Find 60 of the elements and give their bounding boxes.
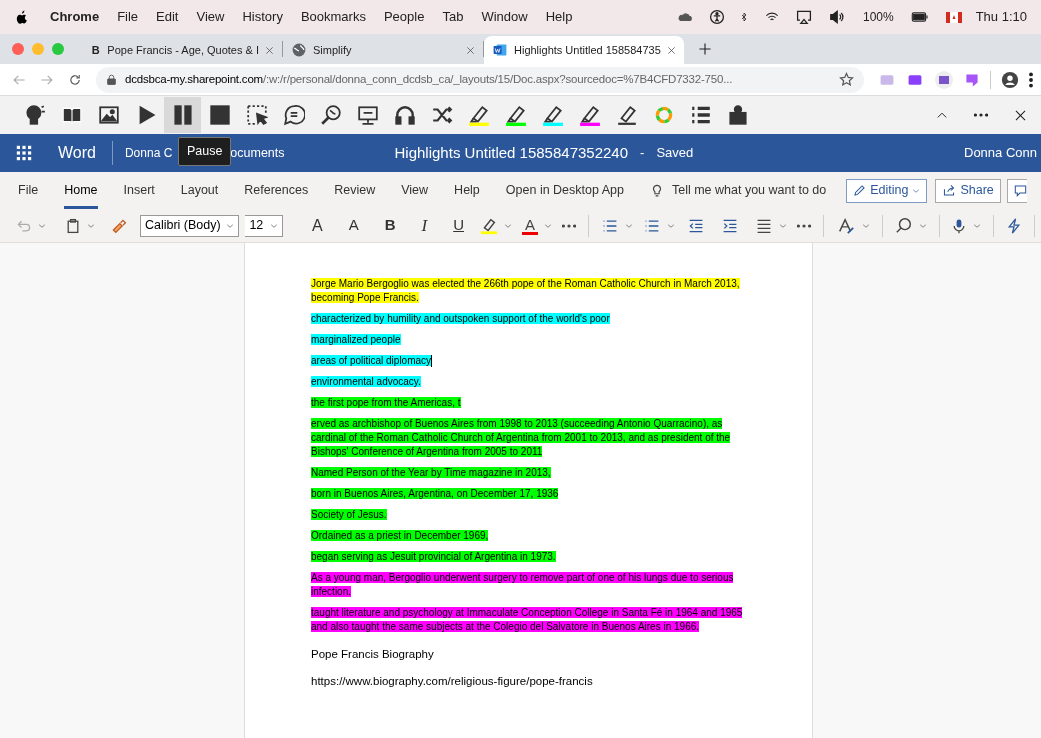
highlighted-text: Jorge Mario Bergoglio was elected the 266th pope of the Roman Catholic Church in March 2013, becoming Pope Francis. [311, 277, 741, 305]
menu-item[interactable]: File [117, 7, 139, 27]
breadcrumb[interactable]: ocuments [230, 143, 285, 163]
document-text: Pope Francis Biography [311, 647, 435, 661]
highlighted-text: Society of Jesus. [311, 508, 388, 522]
ribbon-tab[interactable]: Help [454, 172, 480, 209]
highlighted-text: marginalized people [311, 333, 402, 347]
ribbon-tab[interactable]: File [18, 172, 39, 209]
ribbon-tab[interactable]: Layout [180, 172, 219, 209]
tell-me-search[interactable]: Tell me what you want to do [671, 181, 827, 200]
grow-font-button[interactable]: A [304, 213, 331, 238]
ribbon-tab[interactable]: Review [334, 172, 376, 209]
ribbon-tab[interactable]: Insert [123, 172, 155, 209]
shrink-font-button[interactable]: A [340, 214, 367, 237]
highlighted-text: characterized by humility and outspoken support of the world's poor [311, 312, 611, 326]
underline-button[interactable]: U [445, 214, 473, 237]
save-status: Saved [656, 144, 694, 163]
font-name-field[interactable]: Calibri (Body) [139, 214, 240, 237]
highlighted-text: born in Buenos Aires, Argentina, on December 17, 1936 [311, 487, 560, 501]
menu-item[interactable]: Edit [156, 7, 179, 27]
app-name[interactable]: Word [48, 141, 113, 165]
battery-percentage: 100% [862, 9, 894, 26]
font-color-button[interactable]: A [522, 216, 539, 235]
highlighted-text: areas of political diplomacy [311, 354, 434, 368]
menu-item[interactable]: Bookmarks [300, 7, 366, 27]
menu-item[interactable]: Help [545, 7, 573, 27]
highlighted-text: erved as archbishop of Buenos Aires from 1998 to 2013 (succeeding Antonio Quarracino), as cardinal of the Roman Catholic Church of Argentina from 2001 to 2013, and as president of the Bishops' Conference of Argentina from 2005 to 2011 [311, 417, 732, 459]
document-text: https://www.biography.com/religious-figure/pope-francis [311, 674, 594, 688]
bold-button[interactable]: B [376, 214, 404, 237]
share-button[interactable]: Share [935, 178, 1001, 203]
menu-item[interactable]: History [242, 7, 283, 27]
browser-tab[interactable]: Simplify [283, 36, 483, 64]
menu-item[interactable]: View [196, 7, 225, 27]
address-bar[interactable]: dcdsbca-my.sharepoint.com/:w:/r/personal/donna_conn_dcdsb_ca/_layouts/15/Doc.aspx?sourcedoc=%7B4CFD7332-750... [96, 66, 864, 93]
browser-tab[interactable]: Highlights Untitled 158584735 [484, 36, 684, 64]
ribbon-tab[interactable]: View [401, 172, 429, 209]
italic-button[interactable]: I [413, 212, 436, 239]
editing-button[interactable]: Editing [846, 178, 928, 203]
user-name[interactable]: Donna Conn [964, 143, 1041, 163]
highlighted-text: environmental advocacy. [311, 375, 422, 389]
font-size-field[interactable]: 12 [245, 214, 284, 237]
clock: Thu 1:10 [975, 8, 1027, 27]
highlighted-text: the first pope from the Americas, t [311, 396, 462, 410]
menu-item[interactable]: Window [481, 7, 528, 27]
highlighted-text: taught literature and psychology at Immaculate Conception College in Santa Fé in 1964 and 1965 and also taught the same subjects at the Colegio del Salvatore in Buenos Aires in 1966. [311, 606, 744, 634]
ribbon-tab[interactable]: Open in Desktop App [505, 172, 624, 209]
menu-item[interactable]: Tab [442, 7, 464, 27]
app-menu[interactable]: Chrome [50, 7, 100, 27]
highlighted-text: Ordained as a priest in December 1969, [311, 529, 490, 543]
breadcrumb[interactable]: Donna C [112, 144, 173, 162]
highlighted-text: As a young man, Bergoglio underwent surgery to remove part of one of his lungs due to serious infection. [311, 571, 735, 599]
highlighted-text: Named Person of the Year by Time magazine in 2013, [311, 466, 552, 480]
menu-item[interactable]: People [383, 7, 425, 27]
tooltip: Pause [178, 137, 232, 166]
separator: - [640, 144, 645, 163]
document-title[interactable]: Highlights Untitled 1585847352240 [394, 141, 629, 165]
browser-tab[interactable]: B Pope Francis - Age, Quotes & I [82, 36, 282, 64]
ribbon-tab[interactable]: References [244, 172, 309, 209]
favicon: B [90, 42, 101, 58]
highlighted-text: began serving as Jesuit provincial of Argentina in 1973. [311, 550, 557, 564]
